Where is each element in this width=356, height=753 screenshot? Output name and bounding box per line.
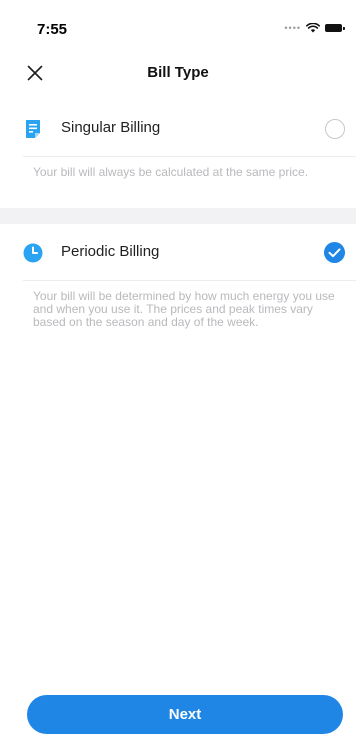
status-time: 7:55 [37,21,68,38]
battery-icon [325,24,345,32]
page-title: Bill Type [147,64,209,81]
option-singular-billing[interactable]: Singular Billing [0,102,356,156]
status-icons: •••• [284,23,345,33]
next-button[interactable]: Next [27,695,343,734]
radio-checked-icon[interactable] [324,242,345,263]
status-bar: 7:55 •••• [0,0,356,56]
next-button-label: Next [168,706,202,723]
document-icon [26,120,40,138]
option-description-periodic: Your bill will be determined by how much… [33,289,335,329]
divider [23,280,356,281]
option-label-periodic: Periodic Billing [61,243,160,260]
option-label-singular: Singular Billing [61,119,161,136]
clock-icon [23,243,43,263]
nav-bar: Bill Type [0,52,356,92]
divider [23,156,356,157]
signal-dots-icon: •••• [284,23,301,33]
option-description-singular: Your bill will always be calculated at t… [33,165,309,179]
section-divider [0,208,356,224]
option-periodic-billing[interactable]: Periodic Billing [0,226,356,280]
radio-unchecked-icon[interactable] [325,119,345,139]
wifi-icon [306,23,320,33]
